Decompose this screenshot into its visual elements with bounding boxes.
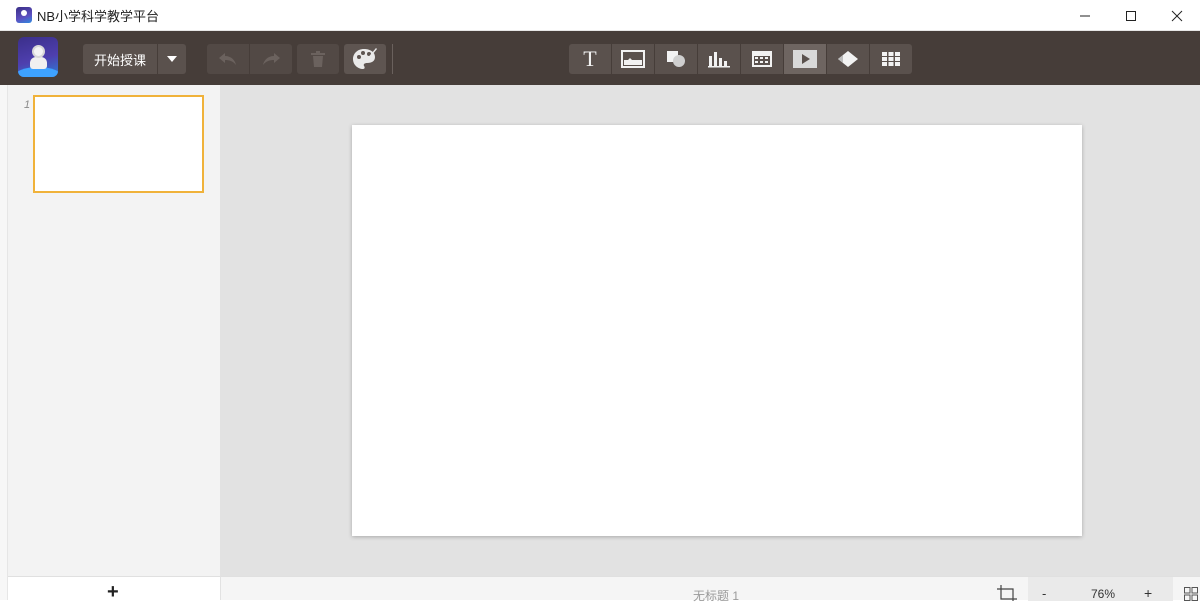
start-lesson-button[interactable]: 开始授课 <box>83 44 157 74</box>
slide-canvas[interactable] <box>352 125 1082 536</box>
trash-icon <box>311 51 325 67</box>
insert-image-button[interactable] <box>612 44 654 74</box>
maximize-button[interactable] <box>1108 0 1154 31</box>
window-controls <box>1062 0 1200 31</box>
zoom-control: - 76% + <box>1028 577 1173 601</box>
image-icon <box>621 50 645 68</box>
chevron-down-icon <box>167 56 177 62</box>
left-edge-strip <box>0 85 8 600</box>
minimize-icon <box>1080 15 1090 16</box>
insert-tools: T <box>569 44 912 74</box>
redo-icon <box>263 53 280 65</box>
text-icon: T <box>583 46 597 71</box>
insert-eraser-button[interactable] <box>827 44 869 74</box>
slide-thumbnail[interactable] <box>33 95 204 193</box>
close-icon <box>1171 10 1183 21</box>
media-icon <box>752 51 772 67</box>
zoom-in-button[interactable]: + <box>1144 585 1152 601</box>
table-icon <box>882 52 900 66</box>
chart-icon <box>708 52 730 68</box>
slide-number: 1 <box>24 99 31 111</box>
video-icon <box>793 50 817 68</box>
palette-icon <box>353 48 377 69</box>
theme-button[interactable] <box>344 44 386 74</box>
undo-button[interactable] <box>207 44 249 74</box>
shape-icon <box>667 51 685 67</box>
insert-media-button[interactable] <box>741 44 783 74</box>
window-title: NB小学科学教学平台 <box>37 8 160 24</box>
maximize-icon <box>1126 10 1136 21</box>
insert-chart-button[interactable] <box>698 44 740 74</box>
main-toolbar: 开始授课 T <box>0 31 1200 85</box>
delete-button[interactable] <box>297 44 339 74</box>
title-bar: NB小学科学教学平台 <box>0 0 1200 31</box>
zoom-level: 76% <box>1090 587 1116 601</box>
insert-shape-button[interactable] <box>655 44 697 74</box>
close-button[interactable] <box>1154 0 1200 31</box>
add-slide-button[interactable]: + <box>107 582 119 602</box>
start-lesson-dropdown[interactable] <box>158 44 186 74</box>
status-bar: 无标题 1 - 76% + <box>221 576 1200 603</box>
editor-canvas-area <box>221 85 1200 576</box>
toolbar-separator <box>392 44 393 74</box>
fit-screen-icon[interactable] <box>997 585 1017 601</box>
astronaut-logo <box>18 37 58 77</box>
slide-panel-footer: + <box>8 576 221 602</box>
eraser-icon <box>838 51 858 67</box>
redo-button[interactable] <box>250 44 292 74</box>
zoom-out-button[interactable]: - <box>1042 586 1046 601</box>
slide-panel[interactable]: 1 <box>8 85 221 576</box>
insert-table-button[interactable] <box>870 44 912 74</box>
insert-video-button[interactable] <box>784 44 826 74</box>
app-icon <box>16 7 32 23</box>
insert-text-button[interactable]: T <box>569 44 611 74</box>
grid-view-icon[interactable] <box>1184 587 1198 601</box>
undo-icon <box>219 53 236 65</box>
minimize-button[interactable] <box>1062 0 1108 31</box>
